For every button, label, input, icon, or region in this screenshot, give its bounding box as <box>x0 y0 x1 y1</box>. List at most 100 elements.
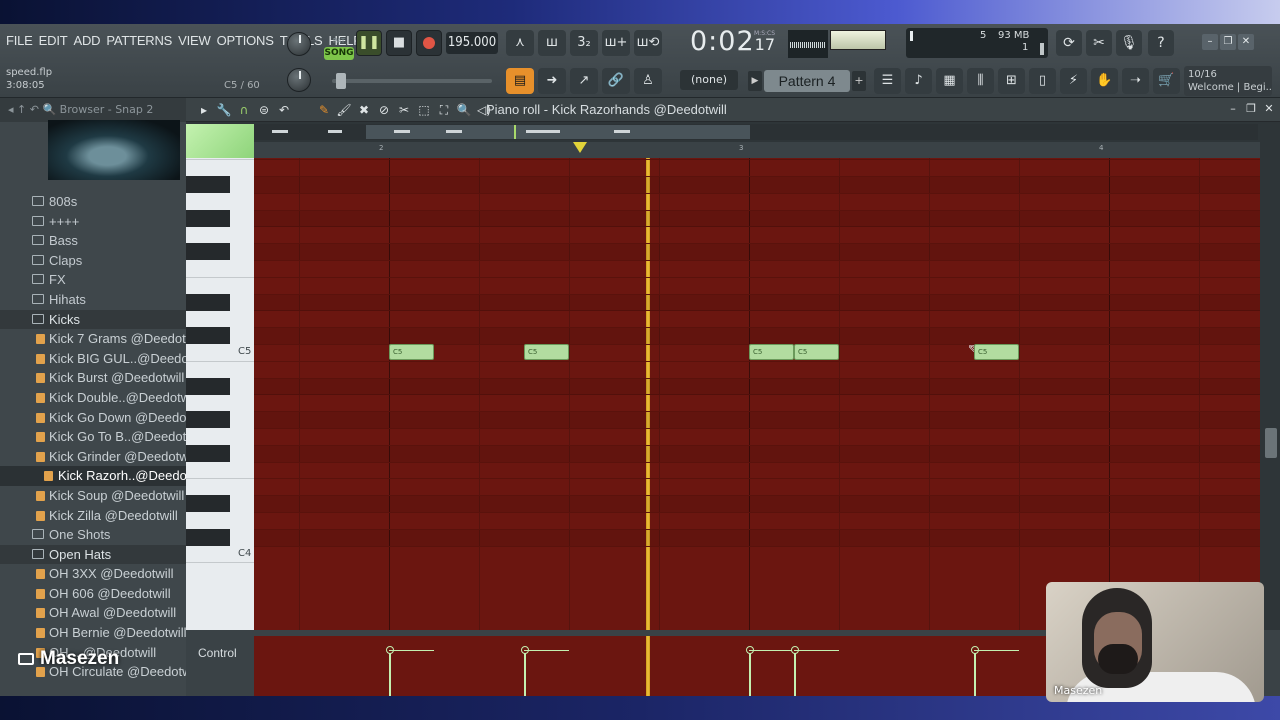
wait-input-icon[interactable]: ш <box>538 30 566 56</box>
black-key[interactable] <box>186 209 230 227</box>
note[interactable]: C5 <box>524 344 569 360</box>
browser-folder[interactable]: FX <box>0 270 186 290</box>
pattern-selector[interactable]: Pattern 4 <box>764 70 850 92</box>
black-key[interactable] <box>186 243 230 261</box>
timeline-ruler[interactable]: 2 3 4 <box>254 142 1260 158</box>
mixer-icon[interactable]: ⫼ <box>967 68 994 94</box>
add-pattern-button[interactable]: + <box>852 71 866 91</box>
browser-folder[interactable]: 808s <box>0 192 186 212</box>
menu-edit[interactable]: EDIT <box>39 33 68 48</box>
browser-file[interactable]: Kick Soup @Deedotwill <box>0 486 186 506</box>
main-slider[interactable] <box>332 73 492 89</box>
mute-icon[interactable]: ⊘ <box>376 101 392 119</box>
browser-folder[interactable]: Open Hats <box>0 544 186 565</box>
control-label[interactable]: Control <box>198 646 237 660</box>
pencil-icon[interactable]: ✎ <box>316 101 332 119</box>
tempo-display[interactable]: 195.000 <box>446 32 498 54</box>
browser-file[interactable]: Kick Grinder @Deedotwill <box>0 447 186 467</box>
slice-icon[interactable]: ✂ <box>396 101 412 119</box>
velocity-handle[interactable] <box>521 646 529 696</box>
channel-filter-select[interactable]: (none) <box>680 70 738 90</box>
piano-roll-icon[interactable]: ♪ <box>905 68 932 94</box>
browser-file[interactable]: OH Bernie @Deedotwill <box>0 623 186 643</box>
vertical-scroll-thumb[interactable] <box>1265 428 1277 458</box>
pr-minimize-icon[interactable]: – <box>1226 102 1240 116</box>
pause-button[interactable]: ❚❚ <box>356 30 382 56</box>
velocity-handle[interactable] <box>971 646 979 696</box>
browser-file[interactable]: Kick Go To B..@Deedotwill <box>0 427 186 447</box>
black-key[interactable] <box>186 444 230 462</box>
menu-file[interactable]: FILE <box>6 33 33 48</box>
browser-icon[interactable]: ⊞ <box>998 68 1025 94</box>
stamp-icon[interactable]: ♙ <box>634 68 662 94</box>
delete-icon[interactable]: ✖ <box>356 101 372 119</box>
slide-icon[interactable]: ↗ <box>570 68 598 94</box>
browser-file[interactable]: OH 606 @Deedotwill <box>0 584 186 604</box>
black-key[interactable] <box>186 327 230 345</box>
stamp-icon[interactable]: ⊜ <box>256 101 272 119</box>
pr-close-icon[interactable]: ✕ <box>1262 102 1276 116</box>
minimize-icon[interactable]: – <box>1202 34 1218 50</box>
master-pitch-knob[interactable] <box>287 68 311 92</box>
zoom-icon[interactable]: ⛶ <box>436 101 452 119</box>
note[interactable]: C5 <box>389 344 434 360</box>
paint-icon[interactable]: 🖌 <box>336 101 352 119</box>
slider-thumb[interactable] <box>336 73 346 89</box>
note[interactable]: C5 <box>974 344 1019 360</box>
wrench-icon[interactable]: 🔧 <box>216 101 232 119</box>
song-time-display[interactable]: 0:0217 M:S:CS <box>690 26 775 57</box>
browser-folder[interactable]: One Shots <box>0 525 186 545</box>
browser-folder[interactable]: Claps <box>0 251 186 271</box>
refresh-icon[interactable]: ⟳ <box>1056 30 1082 56</box>
browser-file[interactable]: OH Awal @Deedotwill <box>0 603 186 623</box>
pr-maximize-icon[interactable]: ❐ <box>1244 102 1258 116</box>
record-button[interactable] <box>416 30 442 56</box>
stop-button[interactable]: ■ <box>386 30 412 56</box>
browser-file[interactable]: Kick Zilla @Deedotwill <box>0 506 186 526</box>
close-icon[interactable]: ✕ <box>1238 34 1254 50</box>
menu-view[interactable]: VIEW <box>178 33 211 48</box>
undo-icon[interactable]: ↶ <box>276 101 292 119</box>
piano-keyboard[interactable]: C5 C4 <box>186 158 254 630</box>
plugin-database-icon[interactable]: ▯ <box>1029 68 1056 94</box>
browser-file[interactable]: Kick Go Down @Deedotwill <box>0 408 186 428</box>
black-key[interactable] <box>186 411 230 429</box>
browser-file[interactable]: OH 3XX @Deedotwill <box>0 564 186 584</box>
note[interactable]: C5 <box>749 344 794 360</box>
master-volume-knob[interactable] <box>287 32 311 56</box>
note[interactable]: C5 <box>794 344 839 360</box>
countdown-icon[interactable]: 3₂ <box>570 30 598 56</box>
note-grid[interactable]: ✎ C5C5C5C5C5 <box>254 158 1260 630</box>
shop-icon[interactable]: 🛒 <box>1153 68 1180 94</box>
search-icon[interactable]: 🔍 <box>42 103 56 116</box>
pattern-prev-icon[interactable]: ▶ <box>748 71 762 91</box>
help-icon[interactable]: ? <box>1148 30 1174 56</box>
black-key[interactable] <box>186 495 230 513</box>
browser-folder[interactable]: ++++ <box>0 212 186 232</box>
loop-record-icon[interactable]: ш⟲ <box>634 30 662 56</box>
browser-file[interactable]: Kick BIG GUL..@Deedotwill <box>0 349 186 369</box>
cut-icon[interactable]: ✂ <box>1086 30 1112 56</box>
browser-file[interactable]: Kick Burst @Deedotwill <box>0 368 186 388</box>
playlist-icon[interactable]: ☰ <box>874 68 901 94</box>
browser-folder[interactable]: Bass <box>0 231 186 251</box>
pat-song-toggle[interactable]: PAT SONG <box>324 37 354 67</box>
magnet-icon[interactable]: ∩ <box>236 101 252 119</box>
velocity-handle[interactable] <box>746 646 754 696</box>
select-icon[interactable]: ⬚ <box>416 101 432 119</box>
arrow-icon[interactable]: ▸ <box>196 101 212 119</box>
blend-notes-icon[interactable]: ш+ <box>602 30 630 56</box>
channel-rack-icon[interactable]: ▦ <box>936 68 963 94</box>
browser-file[interactable]: Kick 7 Grams @Deedotwill <box>0 329 186 349</box>
black-key[interactable] <box>186 377 230 395</box>
menu-patterns[interactable]: PATTERNS <box>106 33 172 48</box>
menu-add[interactable]: ADD <box>73 33 100 48</box>
browser-nav-icon[interactable]: ◂ ↑ ↶ <box>8 103 42 116</box>
news-panel[interactable]: 10/16 Welcome | Begi... <box>1184 66 1272 96</box>
project-icon[interactable]: ➝ <box>1122 68 1149 94</box>
browser-folder[interactable]: Kicks <box>0 309 186 330</box>
black-key[interactable] <box>186 176 230 193</box>
link-icon[interactable]: 🔗 <box>602 68 630 94</box>
magnify-icon[interactable]: 🔍 <box>456 101 472 119</box>
velocity-handle[interactable] <box>791 646 799 696</box>
